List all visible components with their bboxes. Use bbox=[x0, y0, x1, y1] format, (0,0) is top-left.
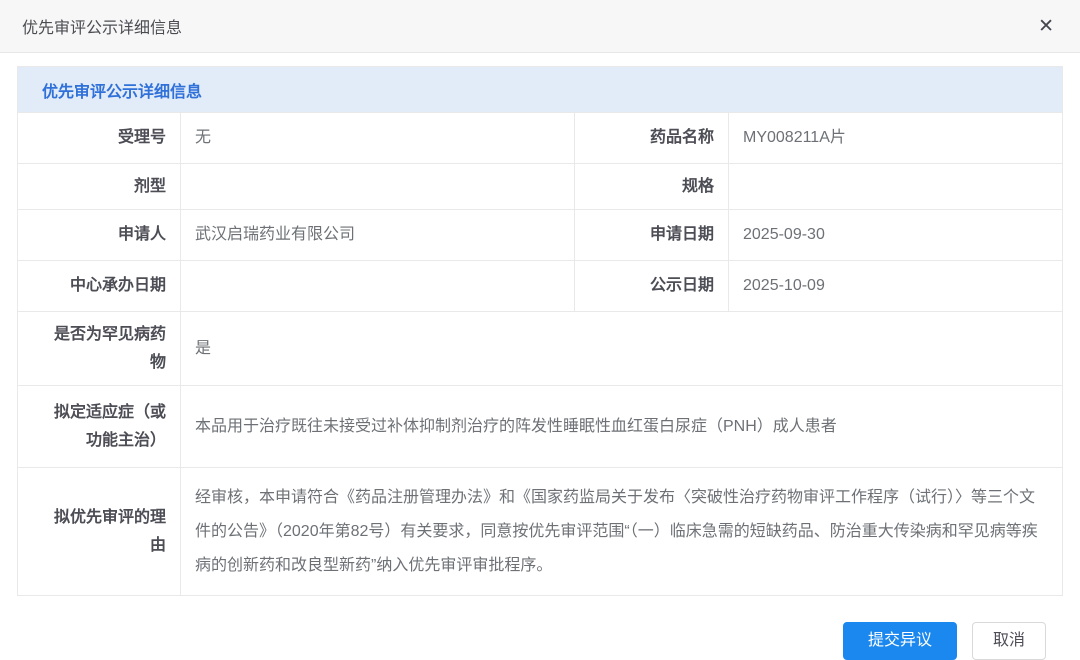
value-application-date: 2025-09-30 bbox=[729, 209, 1062, 260]
value-center-undertake-date bbox=[181, 260, 575, 311]
label-acceptance-number: 受理号 bbox=[18, 112, 181, 163]
table-section-title: 优先审评公示详细信息 bbox=[18, 67, 1062, 112]
dialog-title: 优先审评公示详细信息 bbox=[22, 14, 182, 38]
value-applicant: 武汉启瑞药业有限公司 bbox=[181, 209, 575, 260]
label-proposed-indication: 拟定适应症（或功能主治） bbox=[18, 385, 181, 467]
label-dosage-form: 剂型 bbox=[18, 163, 181, 209]
label-drug-name: 药品名称 bbox=[575, 112, 729, 163]
value-specification bbox=[729, 163, 1062, 209]
details-table: 优先审评公示详细信息 受理号 无 药品名称 MY008211A片 剂型 规格 申… bbox=[17, 66, 1063, 596]
submit-objection-button[interactable]: 提交异议 bbox=[843, 622, 957, 660]
dialog-body: 优先审评公示详细信息 受理号 无 药品名称 MY008211A片 剂型 规格 申… bbox=[0, 53, 1080, 660]
value-publicity-date: 2025-10-09 bbox=[729, 260, 1062, 311]
label-publicity-date: 公示日期 bbox=[575, 260, 729, 311]
value-proposed-indication: 本品用于治疗既往未接受过补体抑制剂治疗的阵发性睡眠性血红蛋白尿症（PNH）成人患… bbox=[181, 385, 1062, 467]
dialog-footer: 提交异议 取消 bbox=[17, 596, 1063, 660]
close-icon[interactable]: ✕ bbox=[1034, 13, 1058, 40]
value-dosage-form bbox=[181, 163, 575, 209]
label-application-date: 申请日期 bbox=[575, 209, 729, 260]
value-acceptance-number: 无 bbox=[181, 112, 575, 163]
label-center-undertake-date: 中心承办日期 bbox=[18, 260, 181, 311]
cancel-button[interactable]: 取消 bbox=[972, 622, 1046, 660]
dialog-titlebar: 优先审评公示详细信息 ✕ bbox=[0, 0, 1080, 53]
priority-review-detail-dialog: 优先审评公示详细信息 ✕ 优先审评公示详细信息 受理号 无 药品名称 MY008… bbox=[0, 0, 1080, 660]
value-priority-review-reason: 经审核，本申请符合《药品注册管理办法》和《国家药监局关于发布〈突破性治疗药物审评… bbox=[181, 467, 1062, 595]
value-rare-disease-drug: 是 bbox=[181, 311, 1062, 385]
label-priority-review-reason: 拟优先审评的理由 bbox=[18, 467, 181, 595]
label-specification: 规格 bbox=[575, 163, 729, 209]
value-drug-name: MY008211A片 bbox=[729, 112, 1062, 163]
label-applicant: 申请人 bbox=[18, 209, 181, 260]
label-rare-disease-drug: 是否为罕见病药物 bbox=[18, 311, 181, 385]
